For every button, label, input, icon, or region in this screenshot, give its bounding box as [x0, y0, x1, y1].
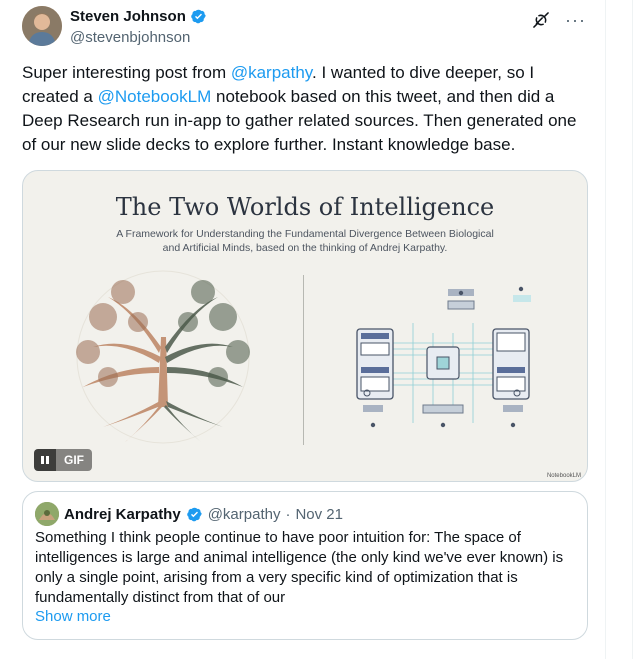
quoted-author-name[interactable]: Andrej Karpathy	[64, 506, 181, 523]
author-display-name-text[interactable]: Steven Johnson	[70, 8, 186, 25]
author-avatar[interactable]	[22, 6, 62, 46]
quoted-tweet-header: Andrej Karpathy @karpathy · Nov 21	[35, 502, 343, 526]
media-gif[interactable]: The Two Worlds of Intelligence A Framewo…	[22, 170, 588, 482]
slide-title: The Two Worlds of Intelligence	[115, 193, 495, 221]
mention-link-notebooklm[interactable]: @NotebookLM	[98, 87, 212, 106]
notebooklm-watermark: NotebookLM	[546, 473, 581, 479]
quoted-author-avatar[interactable]	[35, 502, 59, 526]
tweet-header: Steven Johnson @stevenbjohnson ···	[22, 6, 588, 48]
pause-icon[interactable]	[34, 449, 56, 471]
slide-subtitle: A Framework for Understanding the Fundam…	[23, 227, 587, 255]
sidebar-edge	[632, 0, 633, 659]
header-actions: ···	[531, 10, 586, 30]
gif-label: GIF	[56, 449, 92, 471]
verified-badge-icon	[186, 507, 202, 521]
quoted-tweet[interactable]: Andrej Karpathy @karpathy · Nov 21 Somet…	[22, 491, 588, 640]
circuit-diagram-illustration	[356, 286, 531, 428]
slide-divider	[303, 275, 304, 445]
author-display-name[interactable]: Steven Johnson	[70, 8, 207, 25]
quoted-date[interactable]: Nov 21	[295, 506, 343, 523]
author-handle[interactable]: @stevenbjohnson	[70, 29, 207, 46]
slide-subtitle-line-1: A Framework for Understanding the Fundam…	[116, 228, 494, 240]
tree-illustration	[76, 270, 250, 444]
slide-subtitle-line-2: and Artificial Minds, based on the think…	[162, 242, 448, 254]
grok-icon[interactable]	[531, 10, 551, 30]
verified-badge-icon	[191, 9, 206, 24]
quoted-author-handle[interactable]: @karpathy	[208, 506, 281, 523]
gif-badge: GIF	[34, 449, 92, 471]
quoted-tweet-text: Something I think people continue to hav…	[35, 529, 564, 606]
timeline-column-border	[605, 0, 606, 659]
show-more-link[interactable]: Show more	[35, 608, 111, 625]
mention-link-karpathy[interactable]: @karpathy	[231, 63, 312, 82]
author-name-block: Steven Johnson @stevenbjohnson	[70, 8, 207, 46]
more-icon[interactable]: ···	[565, 11, 586, 29]
tweet-text: Super interesting post from @karpathy. I…	[22, 61, 592, 157]
tweet-text-part-1: Super interesting post from	[22, 63, 231, 82]
quoted-separator: ·	[285, 505, 291, 523]
